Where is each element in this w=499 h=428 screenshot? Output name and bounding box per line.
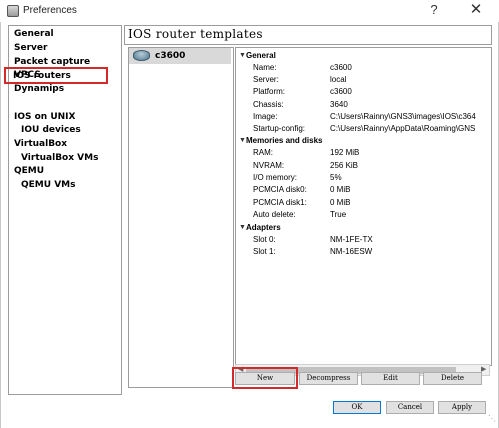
template-name[interactable]: c3600	[155, 51, 185, 61]
detail-key: Platform:	[253, 87, 286, 96]
detail-value: C:\Users\Rainny\GNS3\images\IOS\c364	[330, 112, 476, 121]
detail-value: NM-1FE-TX	[330, 235, 373, 244]
sidebar-item-virtualbox[interactable]: VirtualBox	[14, 139, 67, 149]
template-details[interactable]: ▼ General Name: c3600 Server: local Plat…	[235, 47, 492, 366]
detail-key: NVRAM:	[253, 161, 285, 170]
cancel-button[interactable]: Cancel	[386, 401, 434, 414]
title-bar: Preferences ? ✕	[0, 0, 499, 22]
help-icon[interactable]: ?	[420, 1, 448, 19]
section-general: General	[246, 51, 276, 60]
detail-key: RAM:	[253, 148, 273, 157]
sidebar-item-iou-devices[interactable]: IOU devices	[21, 125, 81, 135]
decompress-button[interactable]: Decompress	[299, 372, 358, 385]
delete-button[interactable]: Delete	[423, 372, 482, 385]
template-list[interactable]	[128, 47, 234, 388]
detail-value: 0 MiB	[330, 198, 351, 207]
detail-value: 0 MiB	[330, 185, 351, 194]
window-border-left	[0, 22, 1, 428]
page-title: IOS router templates	[128, 27, 263, 41]
router-icon	[133, 50, 150, 61]
ok-button[interactable]: OK	[333, 401, 381, 414]
sidebar-item-dynamips[interactable]: Dynamips	[14, 84, 64, 94]
sidebar-item-qemu-vms[interactable]: QEMU VMs	[21, 180, 75, 190]
app-icon	[7, 5, 19, 17]
section-adapters: Adapters	[246, 223, 281, 232]
detail-key: Chassis:	[253, 100, 284, 109]
detail-value: c3600	[330, 63, 352, 72]
close-icon[interactable]: ✕	[462, 1, 490, 19]
detail-value: local	[330, 75, 347, 84]
detail-key: PCMCIA disk1:	[253, 198, 307, 207]
detail-value: NM-16ESW	[330, 247, 373, 256]
detail-key: I/O memory:	[253, 173, 298, 182]
sidebar-item-server[interactable]: Server	[14, 43, 47, 53]
collapse-arrow-icon[interactable]: ▼	[239, 137, 246, 144]
detail-value: 256 KiB	[330, 161, 359, 170]
detail-key: Slot 1:	[253, 247, 276, 256]
detail-value: C:\Users\Rainny\AppData\Roaming\GNS	[330, 124, 476, 133]
edit-button[interactable]: Edit	[361, 372, 420, 385]
new-button[interactable]: New	[235, 372, 295, 385]
detail-key: Slot 0:	[253, 235, 276, 244]
detail-value: 3640	[330, 100, 348, 109]
detail-key: PCMCIA disk0:	[253, 185, 307, 194]
sidebar-item-qemu[interactable]: QEMU	[14, 166, 44, 176]
resize-grip-icon[interactable]: ⋱	[488, 414, 496, 423]
collapse-arrow-icon[interactable]: ▼	[239, 52, 246, 59]
detail-key: Startup-config:	[253, 124, 306, 133]
detail-key: Image:	[253, 112, 278, 121]
apply-button[interactable]: Apply	[438, 401, 486, 414]
sidebar-item-packet-capture[interactable]: Packet capture	[14, 57, 90, 67]
sidebar-item-virtualbox-vms[interactable]: VirtualBox VMs	[21, 153, 98, 163]
detail-value: 5%	[330, 173, 342, 182]
section-memories: Memories and disks	[246, 136, 323, 145]
collapse-arrow-icon[interactable]: ▼	[239, 224, 246, 231]
detail-value: 192 MiB	[330, 148, 360, 157]
sidebar-item-general[interactable]: General	[14, 29, 54, 39]
detail-key: Auto delete:	[253, 210, 296, 219]
detail-key: Name:	[253, 63, 277, 72]
sidebar-item-ios-on-unix[interactable]: IOS on UNIX	[14, 112, 75, 122]
detail-value: True	[330, 210, 347, 219]
sidebar-item-ios-routers[interactable]: IOS routers	[13, 71, 71, 81]
window-title: Preferences	[23, 5, 77, 16]
detail-key: Server:	[253, 75, 279, 84]
detail-value: c3600	[330, 87, 352, 96]
